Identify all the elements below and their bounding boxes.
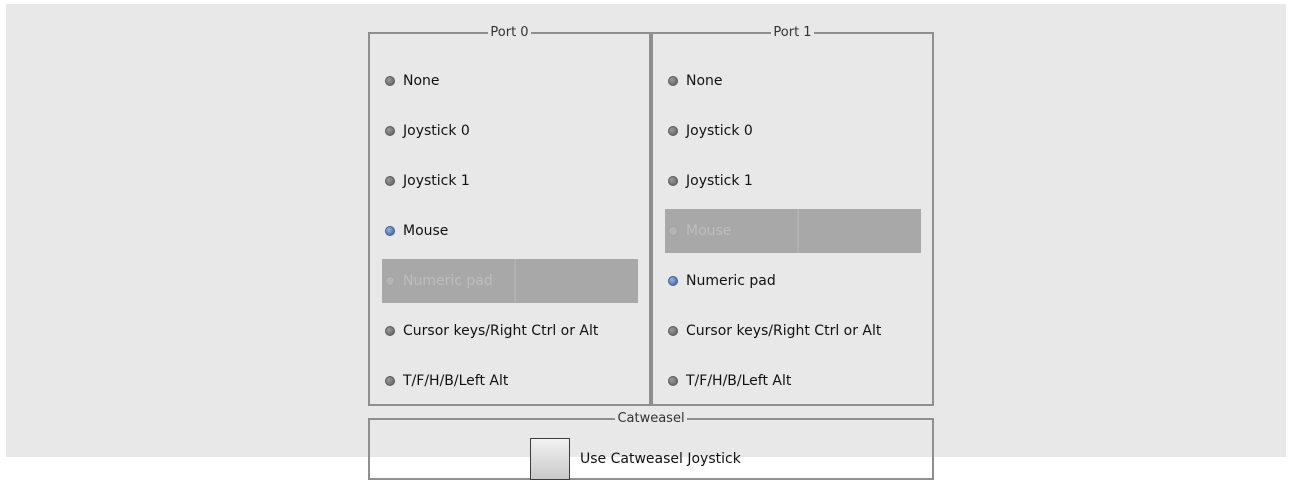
option-label: Joystick 1 xyxy=(686,173,753,189)
port-0-title: Port 0 xyxy=(490,25,529,40)
radio-button-icon xyxy=(385,76,395,86)
radio-button-icon xyxy=(668,226,678,236)
radio-button-icon xyxy=(668,276,678,286)
port-1-option-joystick-1[interactable]: Joystick 1 xyxy=(665,159,921,203)
option-label: Joystick 1 xyxy=(403,173,470,189)
radio-button-icon xyxy=(385,376,395,386)
radio-button-icon xyxy=(385,276,395,286)
joystick-settings-panel: Port 0 None Joystick 0 Joystick 1 Mouse … xyxy=(6,4,1286,480)
catweasel-title: Catweasel xyxy=(617,411,685,426)
port-1-option-none[interactable]: None xyxy=(665,59,921,103)
option-label: Joystick 0 xyxy=(686,123,753,139)
port-1-option-cursor-keys[interactable]: Cursor keys/Right Ctrl or Alt xyxy=(665,309,921,353)
radio-button-icon xyxy=(668,126,678,136)
option-label: None xyxy=(403,73,440,89)
radio-button-icon xyxy=(385,126,395,136)
option-label: Numeric pad xyxy=(686,273,776,289)
port-0-option-cursor-keys[interactable]: Cursor keys/Right Ctrl or Alt xyxy=(382,309,638,353)
option-label: Cursor keys/Right Ctrl or Alt xyxy=(403,323,599,339)
radio-button-icon xyxy=(385,326,395,336)
port-1-option-tfhb-left-alt[interactable]: T/F/H/B/Left Alt xyxy=(665,359,921,403)
radio-button-icon xyxy=(385,176,395,186)
option-label: Joystick 0 xyxy=(403,123,470,139)
option-label: Numeric pad xyxy=(403,273,493,289)
catweasel-joystick-checkbox-row[interactable]: Use Catweasel Joystick xyxy=(530,436,741,482)
option-label: Cursor keys/Right Ctrl or Alt xyxy=(686,323,882,339)
radio-button-icon xyxy=(385,226,395,236)
port-0-option-joystick-0[interactable]: Joystick 0 xyxy=(382,109,638,153)
port-0-option-numeric-pad: Numeric pad xyxy=(382,259,638,303)
port-0-option-joystick-1[interactable]: Joystick 1 xyxy=(382,159,638,203)
option-label: T/F/H/B/Left Alt xyxy=(686,373,792,389)
port-0-group: Port 0 None Joystick 0 Joystick 1 Mouse … xyxy=(368,26,651,406)
option-label: None xyxy=(686,73,723,89)
catweasel-group: Catweasel Use Catweasel Joystick xyxy=(368,412,934,480)
radio-button-icon xyxy=(668,326,678,336)
radio-button-icon xyxy=(668,376,678,386)
port-0-option-none[interactable]: None xyxy=(382,59,638,103)
radio-button-icon xyxy=(668,76,678,86)
option-label: Mouse xyxy=(403,223,449,239)
port-1-option-numeric-pad[interactable]: Numeric pad xyxy=(665,259,921,303)
port-1-group: Port 1 None Joystick 0 Joystick 1 Mouse … xyxy=(651,26,934,406)
option-label: T/F/H/B/Left Alt xyxy=(403,373,509,389)
radio-button-icon xyxy=(668,176,678,186)
port-1-title: Port 1 xyxy=(773,25,812,40)
catweasel-joystick-label: Use Catweasel Joystick xyxy=(580,451,741,467)
port-1-option-mouse: Mouse xyxy=(665,209,921,253)
option-label: Mouse xyxy=(686,223,732,239)
port-1-option-joystick-0[interactable]: Joystick 0 xyxy=(665,109,921,153)
port-0-option-tfhb-left-alt[interactable]: T/F/H/B/Left Alt xyxy=(382,359,638,403)
catweasel-joystick-checkbox[interactable] xyxy=(530,438,570,480)
port-0-option-mouse[interactable]: Mouse xyxy=(382,209,638,253)
